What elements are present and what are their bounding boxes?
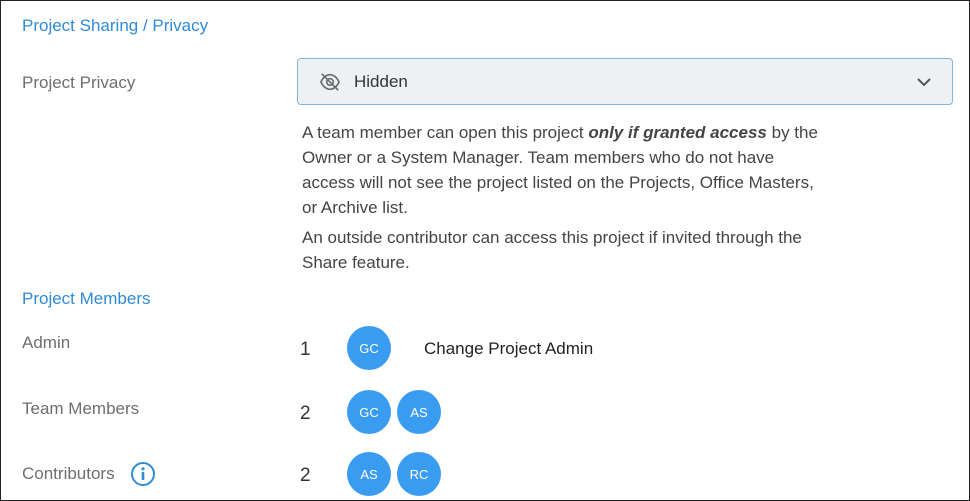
avatar[interactable]: GC: [347, 390, 391, 434]
info-icon[interactable]: [130, 461, 156, 487]
avatar[interactable]: GC: [347, 326, 391, 370]
description-emphasis: only if granted access: [588, 123, 767, 142]
avatar[interactable]: RC: [397, 452, 441, 496]
change-project-admin-button[interactable]: Change Project Admin: [424, 339, 593, 359]
privacy-select-value: Hidden: [354, 72, 408, 91]
contributor-description: An outside contributor can access this p…: [302, 228, 802, 272]
contributors-label: Contributors: [22, 464, 115, 483]
admin-label: Admin: [22, 333, 71, 352]
project-privacy-label: Project Privacy: [22, 73, 136, 92]
description-text-1a: A team member can open this project: [302, 123, 589, 142]
admin-count: 1: [300, 339, 311, 360]
chevron-down-icon: [917, 78, 931, 87]
privacy-description: A team member can open this project only…: [302, 120, 822, 220]
eye-off-icon: [319, 73, 341, 91]
team-members-count: 2: [300, 403, 311, 424]
avatar[interactable]: AS: [397, 390, 441, 434]
team-members-label: Team Members: [22, 399, 140, 418]
contributors-count: 2: [300, 465, 311, 486]
section-title-members: Project Members: [22, 289, 151, 308]
section-title-sharing: Project Sharing / Privacy: [22, 16, 209, 35]
settings-panel: Project Sharing / Privacy Project Privac…: [0, 0, 970, 501]
privacy-select[interactable]: Hidden: [297, 58, 953, 105]
avatar[interactable]: AS: [347, 452, 391, 496]
